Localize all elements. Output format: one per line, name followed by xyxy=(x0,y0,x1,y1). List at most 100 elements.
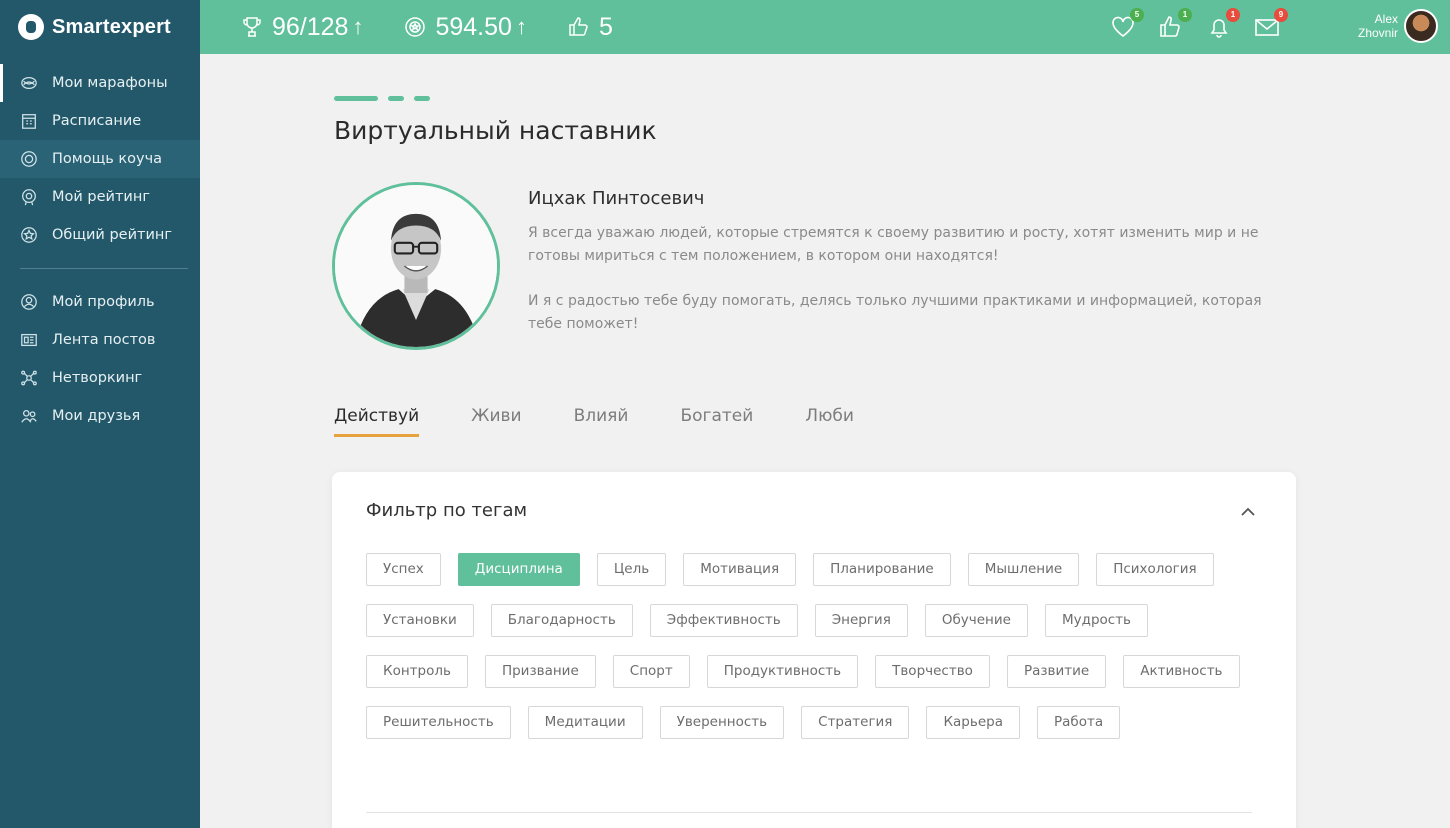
notifications-badge: 1 xyxy=(1226,8,1240,22)
trophy-icon xyxy=(243,17,261,37)
sidebar-nav-secondary: Мой профиль Лента постов Нетворкинг Мои … xyxy=(0,283,200,435)
mentor-name: Ицхак Пинтосевич xyxy=(528,188,705,209)
chevron-up-icon xyxy=(1241,507,1255,516)
tag-filter-card: Фильтр по тегам Успех Дисциплина Цель Мотив… xyxy=(332,472,1296,828)
tab-influence[interactable]: Влияй xyxy=(574,406,629,437)
brand[interactable]: Smartexpert xyxy=(0,0,200,54)
marathon-icon xyxy=(20,74,38,92)
network-icon xyxy=(20,369,38,387)
thumbs-up-icon xyxy=(569,17,588,36)
tag-chip[interactable]: Обучение xyxy=(924,604,1028,637)
user-avatar[interactable] xyxy=(1404,9,1438,43)
tag-chip[interactable]: Уверенность xyxy=(659,706,785,739)
sidebar-item-label: Лента постов xyxy=(52,332,156,348)
top-bar: 96/128 ↑ 594.50 ↑ 5 5 1 1 9 Alex Zhovnir xyxy=(200,0,1450,54)
star-badge-icon xyxy=(20,226,38,244)
favorites-badge: 5 xyxy=(1130,8,1144,22)
tab-live[interactable]: Живи xyxy=(471,406,521,437)
brand-name: Smartexpert xyxy=(52,15,171,38)
sidebar-item-label: Мои марафоны xyxy=(52,75,168,91)
tab-get-rich[interactable]: Богатей xyxy=(680,406,753,437)
tag-filter-title: Фильтр по тегам xyxy=(366,500,528,521)
notification-icons: 5 1 1 9 xyxy=(1088,0,1288,54)
sidebar-nav: Мои марафоны Расписание Помощь коуча Мой… xyxy=(0,54,200,254)
tag-list: Успех Дисциплина Цель Мотивация Планирование… xyxy=(366,553,1266,757)
user-last-name: Zhovnir xyxy=(1357,26,1398,40)
calendar-icon xyxy=(20,112,38,130)
user-first-name: Alex xyxy=(1374,12,1398,26)
sidebar-item-label: Мой профиль xyxy=(52,294,155,310)
points-badge-icon xyxy=(405,17,426,37)
tag-chip[interactable]: Мотивация xyxy=(683,553,797,586)
tag-chip[interactable]: Медитации xyxy=(527,706,643,739)
likes-button[interactable]: 1 xyxy=(1158,8,1192,40)
sidebar-item-schedule[interactable]: Расписание xyxy=(0,102,200,140)
sidebar-item-overall-rating[interactable]: Общий рейтинг xyxy=(0,216,200,254)
feed-icon xyxy=(20,331,38,349)
notifications-button[interactable]: 1 xyxy=(1206,8,1240,40)
tag-chip[interactable]: Благодарность xyxy=(490,604,633,637)
favorites-button[interactable]: 5 xyxy=(1110,8,1144,40)
tag-chip[interactable]: Решительность xyxy=(366,706,511,739)
main-content: Виртуальный наставник Ицхак Пинтосевич Я… xyxy=(200,54,1450,828)
sidebar-item-posts-feed[interactable]: Лента постов xyxy=(0,321,200,359)
tag-chip[interactable]: Эффективность xyxy=(649,604,798,637)
tag-chip[interactable]: Планирование xyxy=(813,553,951,586)
messages-badge: 9 xyxy=(1274,8,1288,22)
points-stat[interactable]: 594.50 ↑ xyxy=(403,12,527,42)
tag-chip[interactable]: Мышление xyxy=(967,553,1080,586)
profile-icon xyxy=(20,293,38,311)
tab-act[interactable]: Действуй xyxy=(334,406,420,437)
trophy-arrow: ↑ xyxy=(352,14,364,39)
tag-chip[interactable]: Дисциплина xyxy=(457,553,580,586)
tag-chip[interactable]: Стратегия xyxy=(801,706,910,739)
card-divider xyxy=(366,812,1252,813)
messages-button[interactable]: 9 xyxy=(1254,8,1288,40)
sidebar-item-my-marathons[interactable]: Мои марафоны xyxy=(0,64,200,102)
points-arrow: ↑ xyxy=(515,14,527,39)
sidebar-item-label: Помощь коуча xyxy=(52,151,163,167)
tag-chip[interactable]: Психология xyxy=(1096,553,1214,586)
mentor-paragraph: Я всегда уважаю людей, которые стремятся… xyxy=(528,225,1259,264)
sidebar-item-label: Общий рейтинг xyxy=(52,227,172,243)
likes-badge: 1 xyxy=(1178,8,1192,22)
sidebar-item-networking[interactable]: Нетворкинг xyxy=(0,359,200,397)
tag-chip[interactable]: Творчество xyxy=(875,655,990,688)
trophy-stat[interactable]: 96/128 ↑ xyxy=(240,13,363,42)
medal-icon xyxy=(20,188,38,206)
tag-chip[interactable]: Продуктивность xyxy=(706,655,859,688)
mentor-paragraph: И я с радостью тебе буду помогать, деляс… xyxy=(528,293,1262,332)
trophy-value: 96/128 xyxy=(272,12,349,41)
points-value: 594.50 xyxy=(435,12,512,41)
tab-love[interactable]: Люби xyxy=(805,406,854,437)
sidebar-item-label: Мой рейтинг xyxy=(52,189,150,205)
mentor-portrait-image xyxy=(335,185,497,347)
tag-chip[interactable]: Спорт xyxy=(612,655,690,688)
sidebar-item-my-profile[interactable]: Мой профиль xyxy=(0,283,200,321)
tag-chip[interactable]: Развитие xyxy=(1006,655,1107,688)
sidebar: Smartexpert Мои марафоны Расписание Помо… xyxy=(0,0,200,828)
sidebar-item-my-friends[interactable]: Мои друзья xyxy=(0,397,200,435)
collapse-button[interactable] xyxy=(1238,502,1262,522)
sidebar-item-my-rating[interactable]: Мой рейтинг xyxy=(0,178,200,216)
sidebar-divider xyxy=(20,268,188,269)
tag-chip[interactable]: Контроль xyxy=(366,655,468,688)
tag-chip[interactable]: Энергия xyxy=(814,604,908,637)
brain-logo-icon xyxy=(18,14,44,40)
tag-chip[interactable]: Мудрость xyxy=(1044,604,1149,637)
tag-chip[interactable]: Цель xyxy=(596,553,667,586)
category-tabs: Действуй Живи Влияй Богатей Люби xyxy=(334,406,906,437)
tag-chip[interactable]: Карьера xyxy=(926,706,1020,739)
title-decoration xyxy=(334,96,440,101)
user-menu[interactable]: Alex Zhovnir xyxy=(1358,9,1438,43)
tag-chip[interactable]: Работа xyxy=(1036,706,1121,739)
tag-chip[interactable]: Активность xyxy=(1123,655,1240,688)
tag-chip[interactable]: Успех xyxy=(366,553,441,586)
likes-stat[interactable]: 5 xyxy=(567,13,613,42)
sidebar-item-label: Мои друзья xyxy=(52,408,141,424)
user-name: Alex Zhovnir xyxy=(1358,12,1398,40)
lifebuoy-icon xyxy=(20,150,38,168)
tag-chip[interactable]: Установки xyxy=(366,604,474,637)
tag-chip[interactable]: Призвание xyxy=(484,655,596,688)
sidebar-item-coach-help[interactable]: Помощь коуча xyxy=(0,140,200,178)
